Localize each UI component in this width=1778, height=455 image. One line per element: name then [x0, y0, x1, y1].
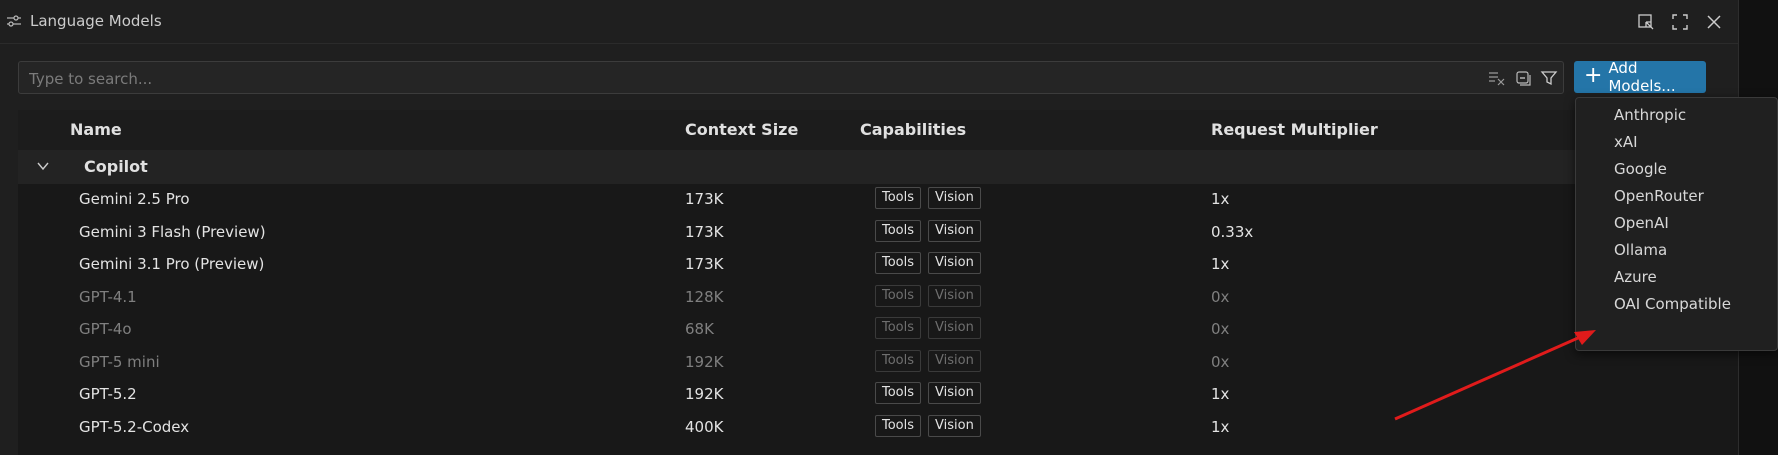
capability-tag: Tools — [875, 350, 922, 372]
group-label: Copilot — [84, 157, 148, 176]
context-size: 173K — [685, 255, 724, 273]
plus-icon: + — [1584, 63, 1603, 88]
table-row[interactable]: GPT-5.2 192K Tools Vision 1x — [18, 379, 1738, 411]
sliders-icon — [7, 15, 21, 27]
capability-tag: Vision — [928, 415, 981, 437]
table-header: Name Context Size Capabilities Request M… — [18, 110, 1738, 150]
filter-button[interactable] — [1539, 68, 1559, 88]
dialog-title: Language Models — [30, 12, 162, 30]
close-button[interactable] — [1702, 10, 1726, 34]
add-models-label: Add Models... — [1608, 59, 1676, 95]
table-row[interactable]: GPT-5.2-Codex 400K Tools Vision 1x — [18, 412, 1738, 444]
dropdown-item-openai[interactable]: OpenAI — [1614, 214, 1669, 232]
capability-tag: Tools — [875, 317, 922, 339]
maximize-icon — [1672, 14, 1688, 30]
capabilities: Tools Vision — [875, 317, 981, 339]
dropdown-item-oai-compatible[interactable]: OAI Compatible — [1614, 295, 1731, 313]
capability-tag: Tools — [875, 285, 922, 307]
search-box — [18, 61, 1564, 95]
model-name: Gemini 3.1 Pro (Preview) — [79, 255, 265, 273]
model-name: Gemini 2.5 Pro — [79, 190, 190, 208]
request-multiplier: 0x — [1211, 320, 1230, 338]
model-name: GPT-4.1 — [79, 288, 137, 306]
model-name: GPT-5.2-Codex — [79, 418, 190, 436]
context-size: 192K — [685, 385, 724, 403]
request-multiplier: 0x — [1211, 288, 1230, 306]
context-size: 173K — [685, 190, 724, 208]
dropdown-item-google[interactable]: Google — [1614, 160, 1667, 178]
column-header-context-size[interactable]: Context Size — [685, 120, 798, 139]
close-icon — [1707, 15, 1721, 29]
context-size: 192K — [685, 353, 724, 371]
capability-tag: Vision — [928, 187, 981, 209]
context-size: 128K — [685, 288, 724, 306]
capability-tag: Tools — [875, 220, 922, 242]
capability-tag: Tools — [875, 382, 922, 404]
filter-icon — [1540, 71, 1558, 86]
dropdown-item-xai[interactable]: xAI — [1614, 133, 1638, 151]
context-size: 173K — [685, 223, 724, 241]
capability-tag: Vision — [928, 285, 981, 307]
title-actions — [1634, 10, 1726, 34]
column-header-name[interactable]: Name — [70, 120, 122, 139]
dialog-titlebar: Language Models — [0, 0, 1738, 44]
add-models-dropdown: Anthropic xAI Google OpenRouter OpenAI Ollama… — [1575, 97, 1778, 351]
search-input[interactable] — [27, 62, 1491, 95]
dropdown-item-azure[interactable]: Azure — [1614, 268, 1657, 286]
dropdown-item-ollama[interactable]: Ollama — [1614, 241, 1667, 259]
maximize-button[interactable] — [1668, 10, 1692, 34]
capability-tag: Tools — [875, 252, 922, 274]
open-in-editor-icon — [1638, 14, 1654, 30]
table-row[interactable]: Gemini 2.5 Pro 173K Tools Vision 1x — [18, 184, 1738, 216]
capabilities: Tools Vision — [875, 350, 981, 372]
capability-tag: Vision — [928, 317, 981, 339]
capabilities: Tools Vision — [875, 285, 981, 307]
capability-tag: Vision — [928, 350, 981, 372]
capabilities: Tools Vision — [875, 415, 981, 437]
models-table: Name Context Size Capabilities Request M… — [18, 110, 1738, 455]
model-name: GPT-4o — [79, 320, 132, 338]
model-name: GPT-5.2 — [79, 385, 137, 403]
request-multiplier: 1x — [1211, 190, 1230, 208]
capability-tag: Tools — [875, 187, 922, 209]
column-header-request-multiplier[interactable]: Request Multiplier — [1211, 120, 1378, 139]
add-models-button[interactable]: + Add Models... — [1574, 59, 1706, 95]
clear-filter-icon — [1489, 72, 1505, 86]
model-name: Gemini 3 Flash (Preview) — [79, 223, 266, 241]
context-size: 400K — [685, 418, 724, 436]
context-size: 68K — [685, 320, 714, 338]
collapse-all-button[interactable] — [1513, 68, 1533, 88]
request-multiplier: 0.33x — [1211, 223, 1254, 241]
table-row[interactable]: GPT-4o 68K Tools Vision 0x — [18, 314, 1738, 346]
capabilities: Tools Vision — [875, 220, 981, 242]
table-row[interactable]: GPT-5 mini 192K Tools Vision 0x — [18, 347, 1738, 379]
request-multiplier: 1x — [1211, 418, 1230, 436]
column-header-capabilities[interactable]: Capabilities — [860, 120, 966, 139]
table-row[interactable]: GPT-4.1 128K Tools Vision 0x — [18, 282, 1738, 314]
clear-filter-button[interactable] — [1487, 68, 1507, 88]
chevron-down-icon[interactable] — [35, 158, 51, 174]
model-name: GPT-5 mini — [79, 353, 160, 371]
capabilities: Tools Vision — [875, 252, 981, 274]
open-in-editor-button[interactable] — [1634, 10, 1658, 34]
dropdown-item-openrouter[interactable]: OpenRouter — [1614, 187, 1704, 205]
capabilities: Tools Vision — [875, 382, 981, 404]
capability-tag: Vision — [928, 220, 981, 242]
request-multiplier: 0x — [1211, 353, 1230, 371]
language-models-dialog: Language Models Type to search... + Add … — [0, 0, 1739, 455]
request-multiplier: 1x — [1211, 255, 1230, 273]
table-row[interactable]: Gemini 3.1 Pro (Preview) 173K Tools Vision 1… — [18, 249, 1738, 281]
dropdown-item-anthropic[interactable]: Anthropic — [1614, 106, 1686, 124]
capability-tag: Vision — [928, 382, 981, 404]
request-multiplier: 1x — [1211, 385, 1230, 403]
group-row-copilot[interactable]: Copilot — [18, 150, 1738, 184]
capability-tag: Tools — [875, 415, 922, 437]
search-actions — [1487, 68, 1559, 88]
collapse-all-icon — [1516, 71, 1531, 86]
capability-tag: Vision — [928, 252, 981, 274]
table-row[interactable]: Gemini 3 Flash (Preview) 173K Tools Vision 0… — [18, 217, 1738, 249]
capabilities: Tools Vision — [875, 187, 981, 209]
